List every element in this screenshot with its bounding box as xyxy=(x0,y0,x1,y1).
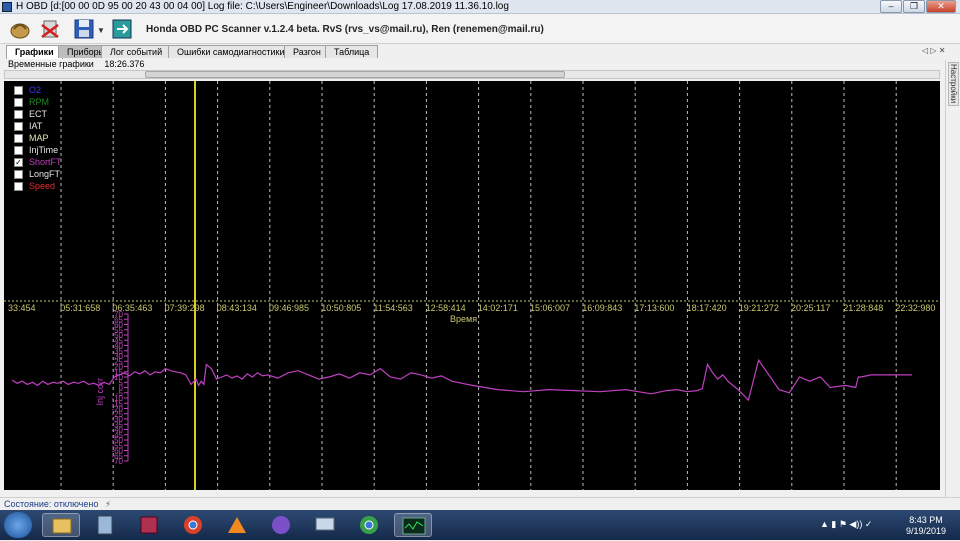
disconnect-button[interactable] xyxy=(38,17,62,41)
connect-icon xyxy=(10,23,30,39)
x-tick-label: 19:21:272 xyxy=(739,303,779,313)
chart-header-time: 18:26.376 xyxy=(104,59,145,69)
toolbar: ▼ Honda OBD PC Scanner v.1.2.4 beta. RvS… xyxy=(0,14,960,44)
chrome-icon xyxy=(184,516,202,534)
taskbar-obd-scanner[interactable] xyxy=(394,513,432,537)
x-tick-label: 11:54:563 xyxy=(373,303,412,313)
time-chart: 33:454 05:31:658 06:35:463 07:39:298 08:43:1… xyxy=(4,81,940,490)
scrollbar-thumb[interactable] xyxy=(145,71,565,78)
x-tick-label: 12:58:414 xyxy=(426,303,466,313)
tab-acceleration[interactable]: Разгон xyxy=(284,45,330,58)
side-panel: Настройки xyxy=(945,60,960,500)
disconnect-icon xyxy=(41,20,59,38)
app-title: Honda OBD PC Scanner v.1.2.4 beta. RvS (… xyxy=(146,24,544,35)
clock[interactable]: 8:43 PM 9/19/2019 xyxy=(906,515,946,537)
tab-bar: Графики Приборы Лог событий Ошибки самод… xyxy=(2,45,942,59)
x-tick-label: 18:17:420 xyxy=(687,303,727,313)
export-icon xyxy=(112,19,132,39)
taskbar: ▲ ▮ ⚑ ◀)) ✓ 8:43 PM 9/19/2019 xyxy=(0,510,960,540)
connection-status: Состояние: отключено ⚡ xyxy=(4,499,111,510)
network-icon xyxy=(315,517,335,531)
taskbar-winrar[interactable] xyxy=(130,513,168,537)
clock-date: 9/19/2019 xyxy=(905,526,946,536)
x-tick-label: 05:31:658 xyxy=(60,303,100,313)
x-tick-label: 09:46:985 xyxy=(269,303,309,313)
obd-scanner-icon xyxy=(402,517,426,535)
chart-header: Временные графики 18:26.376 xyxy=(8,59,144,69)
avast-icon xyxy=(228,517,246,533)
start-button[interactable] xyxy=(4,512,32,538)
x-tick-label: 16:09:843 xyxy=(582,303,622,313)
taskbar-avast[interactable] xyxy=(218,513,256,537)
y-tick-label: -70 xyxy=(111,457,123,466)
connect-button[interactable] xyxy=(8,17,32,41)
settings-side-tab[interactable]: Настройки xyxy=(948,62,959,106)
connection-status-text: Состояние: отключено xyxy=(4,499,99,509)
x-tick-label: 20:25:117 xyxy=(791,303,830,313)
x-tick-label: 17:13:600 xyxy=(634,303,674,313)
save-icon xyxy=(74,19,94,39)
maximize-button[interactable]: ❐ xyxy=(903,0,925,13)
viber-icon xyxy=(272,516,290,534)
tab-table[interactable]: Таблица xyxy=(325,45,379,58)
statusbar: Состояние: отключено ⚡ xyxy=(0,497,960,510)
explorer-icon xyxy=(52,518,72,534)
save-button[interactable] xyxy=(72,17,96,41)
calculator-icon xyxy=(97,515,113,535)
taskbar-explorer[interactable] xyxy=(42,513,80,537)
chart-header-label: Временные графики xyxy=(8,59,94,69)
window-title: H OBD [d:[00 00 0D 95 00 20 43 00 04 00]… xyxy=(16,1,509,12)
x-tick-label: 08:43:134 xyxy=(217,303,257,313)
x-tick-label: 22:32:980 xyxy=(895,303,935,313)
x-tick-label: 15:06:007 xyxy=(530,303,570,313)
window-titlebar: H OBD [d:[00 00 0D 95 00 20 43 00 04 00]… xyxy=(0,0,960,14)
close-button[interactable]: ✕ xyxy=(926,0,956,13)
export-button[interactable] xyxy=(110,17,134,41)
clock-time: 8:43 PM xyxy=(909,515,943,525)
winrar-icon xyxy=(140,516,158,534)
series-line-shortft xyxy=(11,358,912,402)
tab-event-log[interactable]: Лог событий xyxy=(101,45,172,58)
taskbar-chrome[interactable] xyxy=(174,513,212,537)
minimize-button[interactable]: – xyxy=(880,0,902,13)
taskbar-calculator[interactable] xyxy=(86,513,124,537)
plug-icon: ⚡ xyxy=(104,499,112,509)
taskbar-viber[interactable] xyxy=(262,513,300,537)
taskbar-chrome-2[interactable] xyxy=(350,513,388,537)
x-tick-label: 33:454 xyxy=(8,303,36,313)
x-tick-label: 14:02:171 xyxy=(478,303,518,313)
chart-area: O2 RPM ECT IAT MAP InjTime ✓ ShortFT LongFT Speed… xyxy=(4,81,940,490)
tab-diagnostic-errors[interactable]: Ошибки самодиагностики xyxy=(168,45,294,58)
chrome-icon-2 xyxy=(360,516,378,534)
tray-icons[interactable]: ▲ ▮ ⚑ ◀)) ✓ xyxy=(820,519,872,530)
horizontal-scrollbar[interactable] xyxy=(4,70,940,79)
tab-graphs[interactable]: Графики xyxy=(6,45,63,59)
app-icon xyxy=(2,2,12,12)
taskbar-network[interactable] xyxy=(306,513,344,537)
x-tick-label: 21:28:848 xyxy=(843,303,883,313)
tab-nav-arrows[interactable]: ◁ ▷ ✕ xyxy=(922,46,945,55)
x-axis-label: Время xyxy=(450,314,477,324)
save-dropdown-icon[interactable]: ▼ xyxy=(97,26,105,35)
x-tick-label: 07:39:298 xyxy=(165,303,205,313)
x-tick-label: 10:50:805 xyxy=(321,303,361,313)
